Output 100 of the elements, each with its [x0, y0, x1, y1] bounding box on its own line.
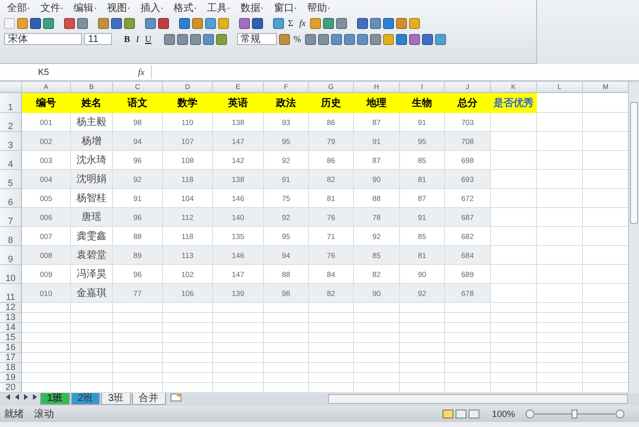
empty-cell[interactable] — [491, 353, 537, 363]
empty-cell[interactable] — [537, 113, 583, 132]
view-buttons-icon[interactable] — [442, 409, 482, 419]
empty-cell[interactable] — [445, 343, 491, 353]
empty-cell[interactable] — [71, 353, 113, 363]
empty-cell[interactable] — [163, 363, 213, 373]
empty-cell[interactable] — [445, 333, 491, 343]
toolbar-icon[interactable] — [370, 34, 382, 44]
empty-cell[interactable] — [213, 373, 264, 383]
empty-cell[interactable] — [71, 333, 113, 343]
empty-cell[interactable] — [113, 303, 163, 313]
empty-cell[interactable] — [71, 343, 113, 353]
empty-cell[interactable] — [113, 343, 163, 353]
empty-cell[interactable] — [491, 343, 537, 353]
row-header[interactable]: 8 — [0, 227, 22, 246]
toolbar-icon[interactable] — [357, 34, 368, 44]
empty-cell[interactable] — [537, 323, 583, 333]
row-header[interactable]: 20 — [0, 383, 22, 393]
empty-cell[interactable] — [264, 363, 309, 373]
empty-cell[interactable] — [491, 113, 537, 132]
empty-cell[interactable] — [264, 323, 309, 333]
toolbar-icon[interactable] — [205, 18, 216, 28]
toolbar-icon[interactable] — [322, 18, 334, 28]
empty-cell[interactable] — [491, 227, 537, 246]
empty-cell[interactable] — [213, 363, 264, 373]
empty-cell[interactable] — [354, 363, 400, 373]
row-header[interactable]: 16 — [0, 343, 22, 353]
row-header[interactable]: 6 — [0, 189, 22, 208]
toolbar-icon[interactable] — [278, 34, 290, 44]
toolbar-icon[interactable] — [396, 34, 408, 44]
toolbar-icon[interactable] — [318, 34, 330, 44]
row-header[interactable]: 5 — [0, 170, 22, 189]
align-icon[interactable] — [216, 34, 227, 44]
row-header[interactable]: 17 — [0, 353, 22, 363]
toolbar-icon[interactable] — [77, 18, 88, 28]
empty-cell[interactable] — [537, 284, 583, 303]
empty-cell[interactable] — [445, 363, 491, 373]
toolbar-icon[interactable] — [192, 18, 203, 28]
font-size-dropdown[interactable]: 11 — [84, 33, 112, 45]
empty-cell[interactable] — [491, 151, 537, 170]
empty-cell[interactable] — [537, 363, 583, 373]
toolbar-icon[interactable] — [356, 18, 368, 28]
row-header[interactable]: 10 — [0, 265, 22, 284]
row-header[interactable]: 12 — [0, 303, 22, 313]
empty-cell[interactable] — [213, 343, 264, 353]
empty-cell[interactable] — [264, 303, 309, 313]
empty-cell[interactable] — [163, 343, 213, 353]
menu-item[interactable]: 插入· — [137, 0, 167, 14]
function-button[interactable]: fx — [297, 18, 308, 28]
empty-cell[interactable] — [309, 313, 354, 323]
toolbar-icon[interactable] — [409, 34, 420, 44]
menu-item[interactable]: 全部· — [4, 0, 34, 14]
row-header[interactable]: 1 — [0, 93, 22, 113]
empty-cell[interactable] — [213, 313, 264, 323]
empty-cell[interactable] — [71, 303, 113, 313]
empty-cell[interactable] — [71, 313, 113, 323]
empty-cell[interactable] — [537, 208, 583, 227]
empty-cell[interactable] — [445, 373, 491, 383]
empty-cell[interactable] — [400, 333, 445, 343]
new-sheet-icon[interactable] — [170, 393, 182, 402]
row-header[interactable]: 11 — [0, 284, 22, 303]
row-header[interactable]: 13 — [0, 313, 22, 323]
menu-item[interactable]: 视图· — [104, 0, 134, 14]
empty-cell[interactable] — [163, 373, 213, 383]
empty-cell[interactable] — [163, 313, 213, 323]
italic-button[interactable]: I — [134, 34, 142, 44]
row-header[interactable]: 19 — [0, 373, 22, 383]
empty-cell[interactable] — [400, 323, 445, 333]
empty-cell[interactable] — [213, 303, 264, 313]
menu-item[interactable]: 工具· — [204, 0, 234, 14]
empty-cell[interactable] — [354, 313, 400, 323]
empty-cell[interactable] — [537, 151, 583, 170]
menu-item[interactable]: 帮助· — [304, 0, 334, 14]
empty-cell[interactable] — [491, 313, 537, 323]
empty-cell[interactable] — [71, 323, 113, 333]
empty-cell[interactable] — [354, 303, 400, 313]
empty-cell[interactable] — [537, 189, 583, 208]
empty-cell[interactable] — [491, 303, 537, 313]
empty-cell[interactable] — [264, 353, 309, 363]
toolbar-icon[interactable] — [344, 34, 356, 44]
sum-button[interactable]: Σ — [286, 18, 296, 28]
horizontal-scrollbar[interactable] — [328, 394, 628, 404]
toolbar-icon[interactable] — [422, 34, 434, 44]
empty-cell[interactable] — [354, 373, 400, 383]
empty-cell[interactable] — [113, 313, 163, 323]
empty-cell[interactable] — [445, 303, 491, 313]
empty-cell[interactable] — [264, 373, 309, 383]
empty-cell[interactable] — [400, 353, 445, 363]
bold-button[interactable]: B — [122, 34, 132, 44]
row-header[interactable]: 3 — [0, 132, 22, 151]
empty-cell[interactable] — [163, 353, 213, 363]
empty-cell[interactable] — [163, 323, 213, 333]
empty-cell[interactable] — [537, 353, 583, 363]
toolbar-icon[interactable] — [43, 18, 54, 28]
empty-cell[interactable] — [264, 343, 309, 353]
font-dropdown[interactable]: 宋体 — [4, 33, 82, 45]
toolbar-icon[interactable] — [124, 18, 135, 28]
menu-item[interactable]: 格式· — [170, 0, 200, 14]
empty-cell[interactable] — [309, 333, 354, 343]
align-icon[interactable] — [176, 34, 188, 44]
